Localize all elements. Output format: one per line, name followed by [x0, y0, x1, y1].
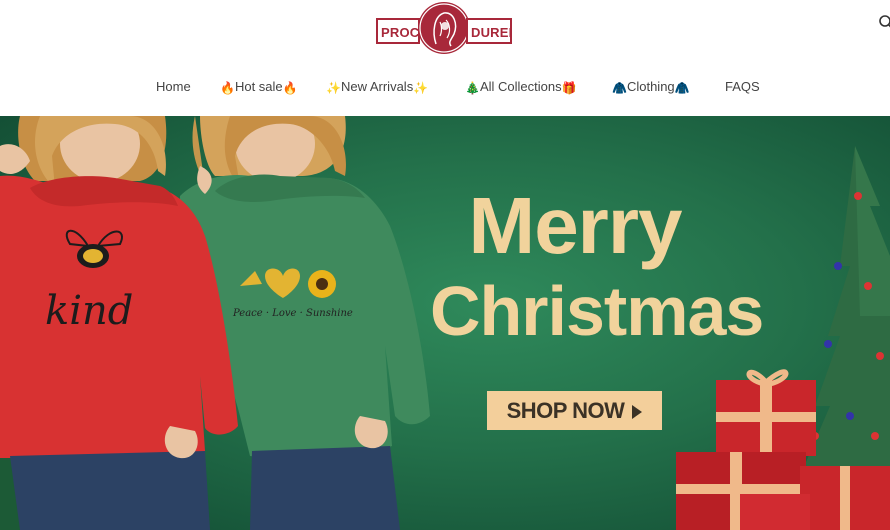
nav-item-hot-sale[interactable]: 🔥Hot sale🔥 — [220, 74, 298, 100]
nav-item-new-arrivals[interactable]: ✨New Arrivals✨ — [326, 74, 428, 100]
hero-title-line1: Merry — [468, 181, 683, 270]
main-nav: Home 🔥Hot sale🔥 ✨New Arrivals✨ 🎄All Coll… — [0, 74, 890, 100]
nav-item-label: All Collections — [479, 79, 562, 94]
site-header: PROCE DUREI Home 🔥Hot sale🔥 ✨New Arrival… — [0, 0, 890, 116]
nav-item-home[interactable]: Home — [156, 74, 191, 100]
hoodie-print-text: kind — [45, 288, 133, 334]
nav-item-clothing[interactable]: 🧥Clothing🧥 — [612, 74, 690, 100]
sparkle-icon: ✨ — [413, 81, 429, 95]
gift-icon: 🎁 — [561, 81, 577, 95]
logo-text-right: DUREI — [466, 18, 512, 44]
tree-icon: 🎄 — [465, 81, 480, 95]
sparkle-icon: ✨ — [326, 81, 341, 95]
shop-now-label: SHOP NOW — [506, 398, 625, 423]
brand-logo[interactable]: PROCE DUREI — [376, 2, 512, 54]
hoodie-print-text: Peace · Love · Sunshine — [232, 308, 353, 319]
search-icon[interactable] — [878, 14, 890, 30]
hero-title-line2: Christmas — [430, 272, 764, 350]
nav-item-faqs[interactable]: FAQS — [725, 74, 760, 100]
hero-banner[interactable]: Peace · Love · Sunshine kind Merry Chris… — [0, 116, 890, 530]
logo-emblem — [418, 2, 470, 54]
play-arrow-icon — [632, 405, 643, 419]
nav-item-label: Hot sale — [234, 79, 283, 94]
nav-item-all-collections[interactable]: 🎄All Collections🎁 — [465, 74, 577, 100]
coat-icon: 🧥 — [612, 81, 627, 95]
logo-text-left: PROCE — [376, 18, 428, 44]
nav-item-label: Home — [156, 79, 191, 94]
fire-icon: 🔥 — [282, 81, 298, 95]
shop-now-button[interactable]: SHOP NOW — [487, 391, 662, 430]
hero-title: Merry Christmas — [430, 181, 764, 350]
fire-icon: 🔥 — [220, 81, 235, 95]
nav-item-label: Clothing — [626, 79, 675, 94]
coat-icon: 🧥 — [674, 81, 690, 95]
nav-item-label: FAQS — [725, 79, 760, 94]
nav-item-label: New Arrivals — [340, 79, 414, 94]
